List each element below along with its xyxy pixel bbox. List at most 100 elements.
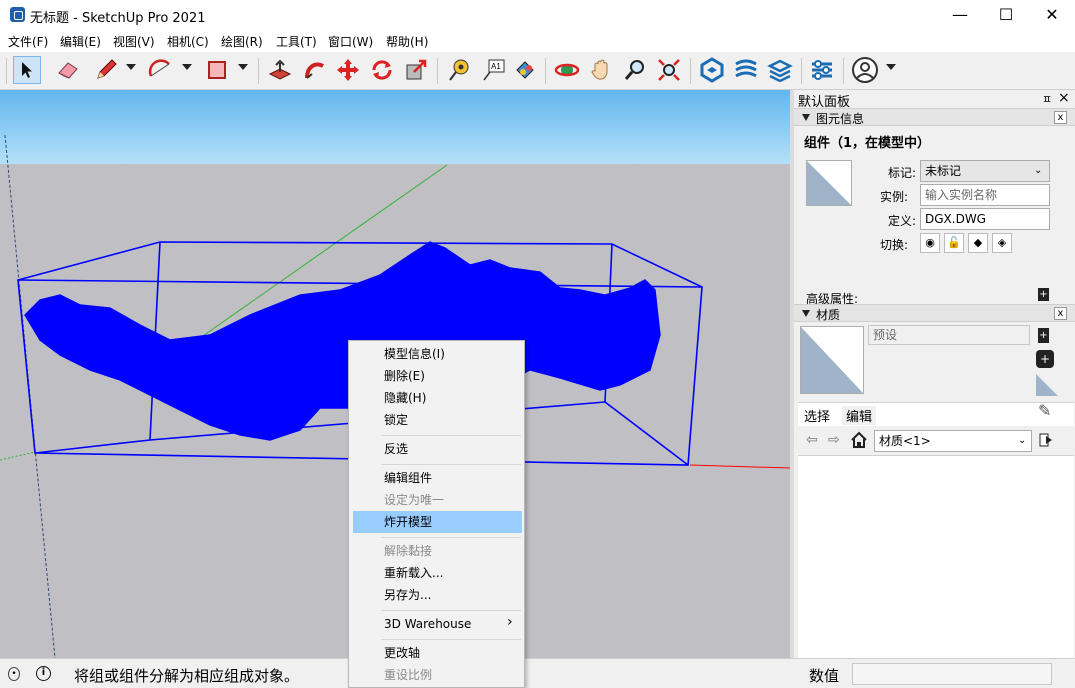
arc-icon[interactable] [146,56,174,84]
menu-draw[interactable]: 绘图(R) [221,33,263,50]
collapse-arrow-icon[interactable] [802,114,810,121]
menu-item-lock[interactable]: 锁定 [353,409,522,431]
menu-bar: 文件(F) 编辑(E) 视图(V) 相机(C) 绘图(R) 工具(T) 窗口(W… [0,30,1075,52]
instance-label: 实例: [880,190,909,204]
info-icon[interactable]: i [36,666,51,681]
shape-dropdown-icon[interactable] [238,64,248,70]
menu-item-invert-selection[interactable]: 反选 [353,438,522,460]
collapse-arrow-icon[interactable] [802,310,810,317]
extension-warehouse-icon[interactable] [732,56,760,84]
entity-info-header[interactable]: 图元信息 x [794,108,1075,126]
measurements-label: 数值 [809,667,840,685]
definition-input[interactable]: DGX.DWG [920,208,1050,230]
menu-item-explode[interactable]: 炸开模型 [353,511,522,533]
scale-icon[interactable] [402,56,430,84]
details-arrow-icon[interactable] [1039,432,1053,448]
menu-item-reload[interactable]: 重新载入... [353,562,522,584]
sketchup-app-icon [10,7,25,22]
materials-header[interactable]: 材质 x [794,304,1075,322]
menu-item-save-as[interactable]: 另存为... [353,584,522,606]
menu-view[interactable]: 视图(V) [113,33,155,50]
zoom-extents-icon[interactable] [655,56,683,84]
menu-tools[interactable]: 工具(T) [276,33,317,50]
text-icon[interactable]: A1 [479,56,507,84]
menu-file[interactable]: 文件(F) [8,33,48,50]
entity-info-close-icon[interactable]: x [1054,111,1067,124]
orbit-icon[interactable] [553,56,581,84]
maximize-button[interactable]: ☐ [983,0,1029,30]
paint-bucket-icon[interactable] [511,56,539,84]
extension-manager-icon[interactable] [808,56,836,84]
account-dropdown-icon[interactable] [886,64,896,70]
menu-item-hide[interactable]: 隐藏(H) [353,387,522,409]
menu-edit[interactable]: 编辑(E) [60,33,101,50]
tab-edit[interactable]: 编辑 [842,406,877,425]
menu-item-delete[interactable]: 删除(E) [353,365,522,387]
tag-label: 标记: [888,166,917,180]
push-pull-icon[interactable] [266,56,294,84]
lock-icon[interactable]: 🔓 [944,233,964,253]
tab-select[interactable]: 选择 [804,406,831,425]
menu-item-edit-component[interactable]: 编辑组件 [353,467,522,489]
cast-shadows-icon[interactable]: ◈ [992,233,1012,253]
entity-info-title: 图元信息 [816,112,865,126]
receive-shadows-icon[interactable]: ◆ [968,233,988,253]
create-material-icon[interactable]: + [1036,350,1054,368]
select-icon[interactable] [13,56,41,84]
menu-item-3d-warehouse[interactable]: 3D Warehouse [353,613,522,635]
sample-paint-swatch-icon[interactable] [1036,374,1058,396]
menu-item-make-unique: 设定为唯一 [384,493,445,507]
instance-name-input[interactable]: 输入实例名称 [920,184,1050,206]
toolbar-separator [437,58,438,84]
window-title: 无标题 - SketchUp Pro 2021 [30,11,206,26]
geo-location-icon[interactable]: • [8,667,20,681]
status-bar: • i 将组或组件分解为相应组成对象。 数值 [0,658,1075,688]
measurements-input[interactable] [852,663,1052,685]
shape-icon[interactable] [203,56,231,84]
move-icon[interactable] [334,56,362,84]
menu-camera[interactable]: 相机(C) [167,33,209,50]
zoom-icon[interactable] [621,56,649,84]
toolbar-separator [6,58,7,84]
back-arrow-icon[interactable]: ⇦ [806,432,818,448]
entity-heading: 组件（1，在模型中） [804,136,931,151]
tag-select[interactable]: 未标记 [920,160,1050,182]
collection-select[interactable]: 材质<1> [874,430,1032,452]
tape-measure-icon[interactable] [445,56,473,84]
tag-dropdown-icon[interactable]: ⌄ [1034,165,1042,176]
account-icon[interactable] [851,56,879,84]
arc-dropdown-icon[interactable] [182,64,192,70]
material-preview-swatch [800,326,864,394]
follow-me-icon[interactable] [300,56,328,84]
pin-icon[interactable]: ㅍ [1042,91,1052,107]
warehouse-icon[interactable] [698,56,726,84]
menu-separator [381,537,521,538]
rotate-icon[interactable] [368,56,396,84]
tray-close-icon[interactable]: × [1058,90,1070,106]
title-bar: 无标题 - SketchUp Pro 2021 — ☐ ✕ [0,0,1075,30]
collection-dropdown-icon[interactable]: ⌄ [1018,435,1026,446]
home-icon[interactable] [850,431,868,449]
submenu-arrow-icon: › [507,614,513,630]
toolbar-separator [801,58,802,84]
close-button[interactable]: ✕ [1029,0,1075,30]
menu-window[interactable]: 窗口(W) [328,33,373,50]
expand-icon[interactable]: + [1038,288,1049,301]
layout-icon[interactable] [766,56,794,84]
details-icon[interactable]: + [1038,328,1049,343]
visibility-eye-icon[interactable]: ◉ [920,233,940,253]
menu-item-change-axes[interactable]: 更改轴 [353,642,522,664]
pencil-icon[interactable] [92,56,120,84]
forward-arrow-icon[interactable]: ⇨ [828,432,840,448]
eraser-icon[interactable] [54,56,82,84]
menu-separator [381,639,521,640]
pan-icon[interactable] [587,56,615,84]
material-name-input[interactable]: 预设 [868,325,1030,345]
menu-help[interactable]: 帮助(H) [386,33,428,50]
menu-item-model-info[interactable]: 模型信息(I) [353,343,522,365]
toolbar-separator [258,58,259,84]
materials-close-icon[interactable]: x [1054,307,1067,320]
pencil-dropdown-icon[interactable] [126,64,136,70]
minimize-button[interactable]: — [937,0,983,30]
sample-eyedropper-icon[interactable]: ✎ [1038,401,1051,420]
